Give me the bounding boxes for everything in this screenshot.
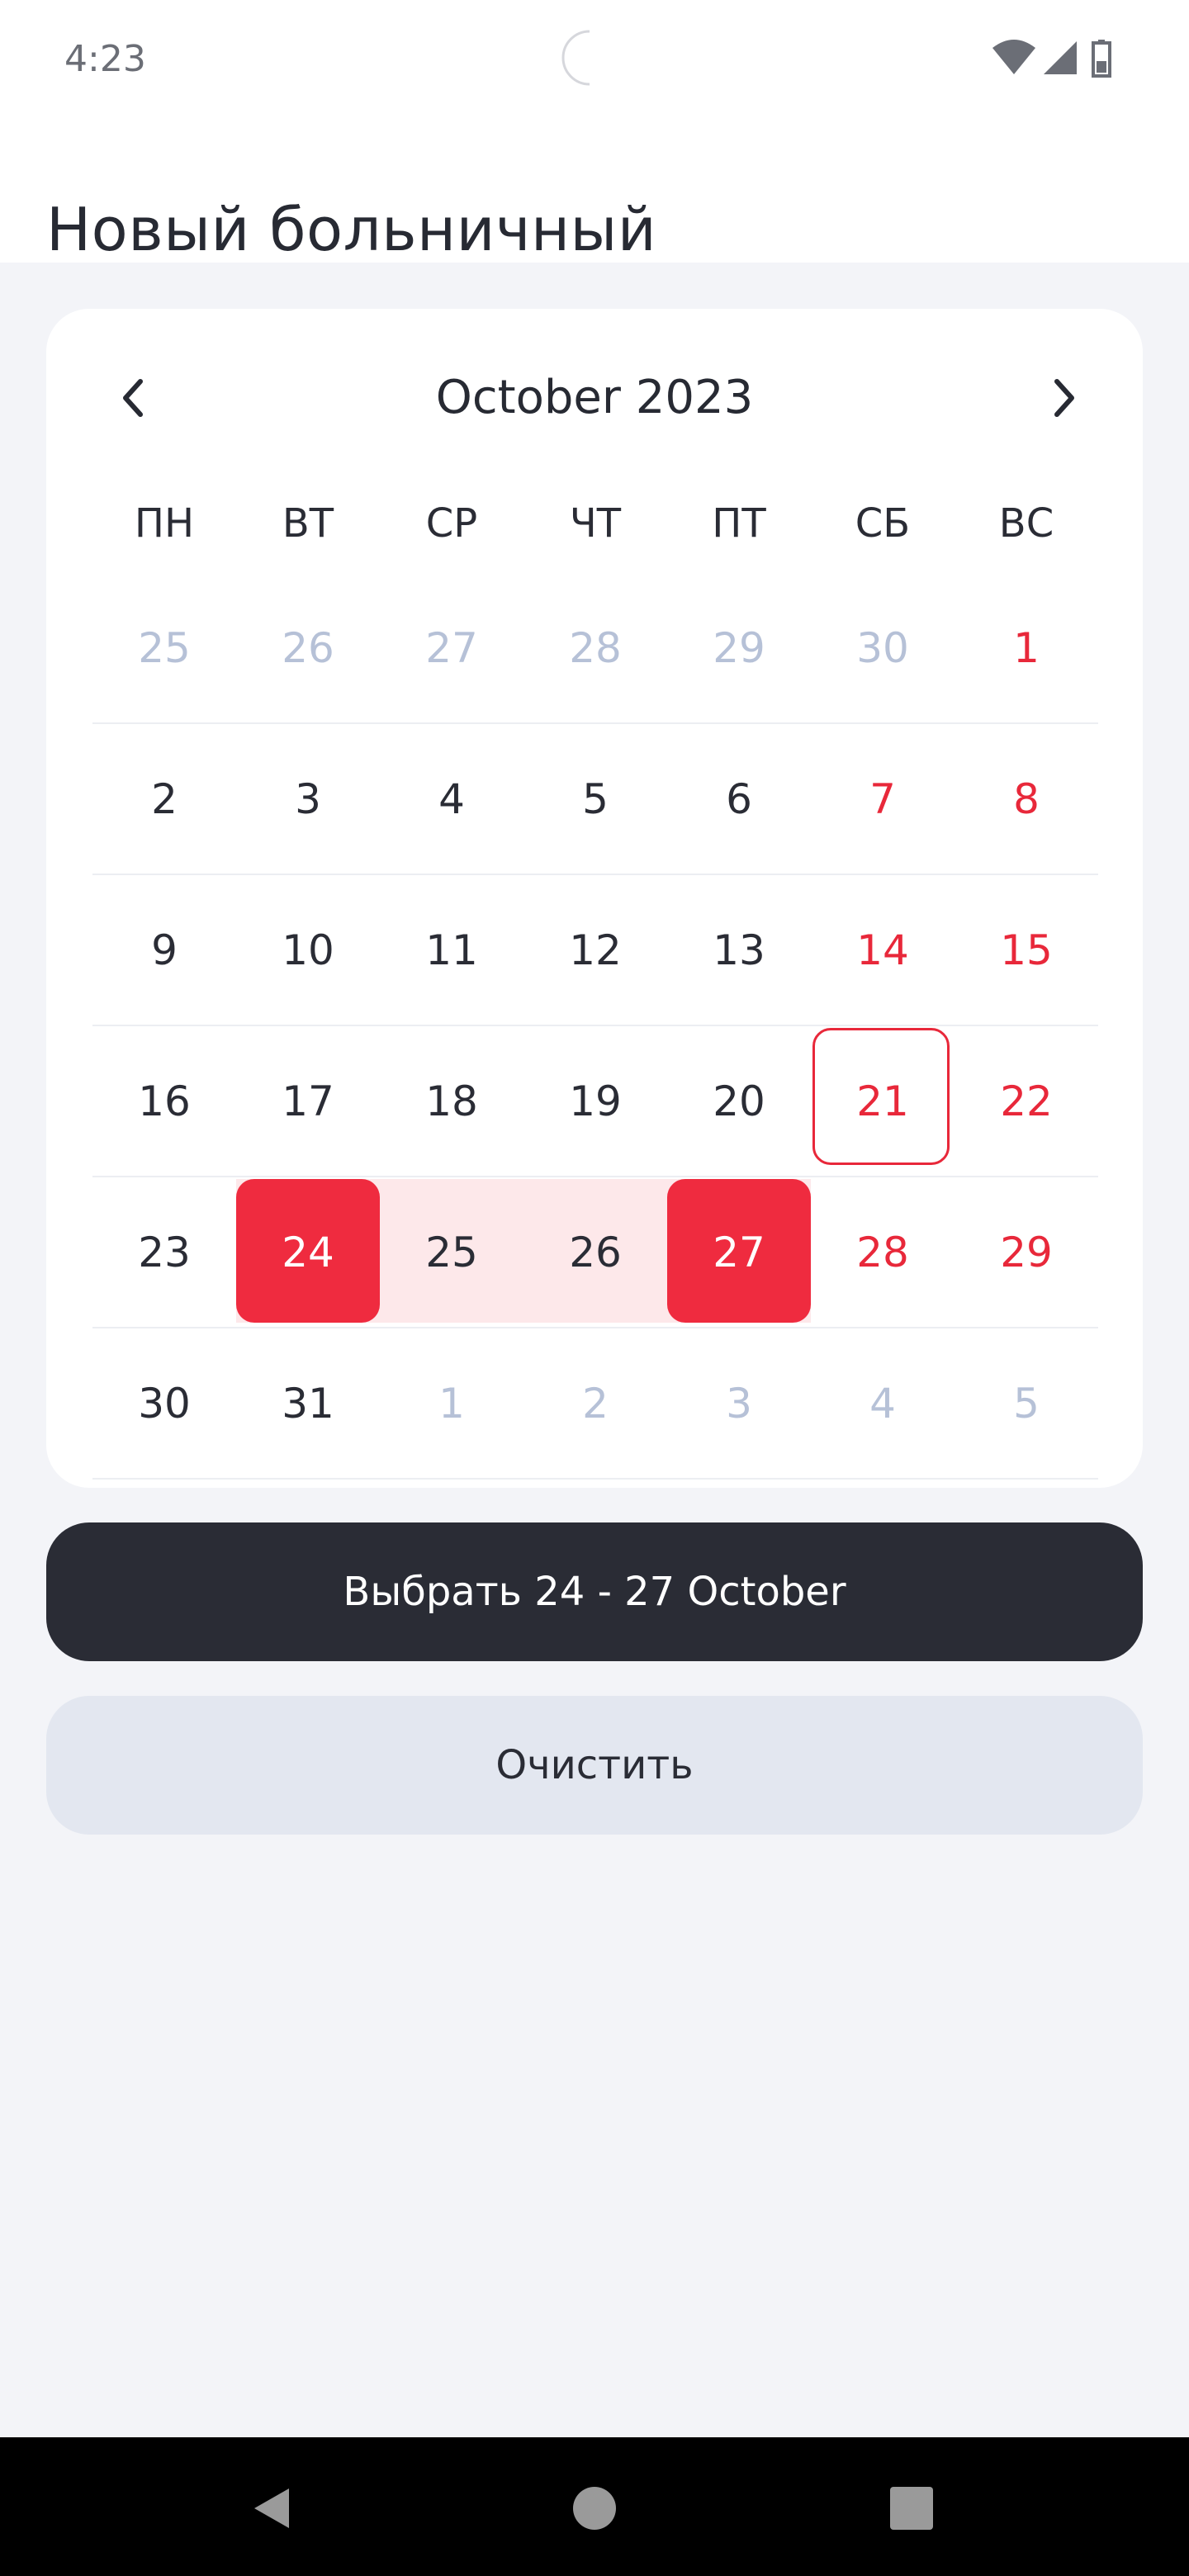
calendar-day-in-range[interactable]: 26 — [523, 1177, 667, 1327]
calendar-day-outside-month[interactable]: 29 — [667, 573, 811, 722]
weekday-label: ПН — [134, 500, 195, 547]
calendar-week-row: 9 10 11 12 13 14 15 — [92, 875, 1098, 1026]
calendar-grid: 25 26 27 28 29 30 1 2 3 4 5 6 7 8 9 10 11 12 13 14 15 16 17 18 1… — [92, 573, 1098, 1480]
calendar-week-row: 2345678 — [92, 724, 1098, 875]
signal-icon — [1044, 41, 1077, 74]
calendar-day[interactable]: 17 — [236, 1026, 380, 1176]
calendar-day-outside-month[interactable]: 25 — [92, 573, 236, 722]
calendar-day-outside-month[interactable]: 4 — [811, 1328, 955, 1478]
weekday-label: ЧТ — [569, 500, 622, 547]
calendar-day[interactable]: 13 — [667, 875, 811, 1025]
wifi-icon — [992, 40, 1035, 74]
calendar-day[interactable]: 12 — [523, 875, 667, 1025]
status-time: 4:23 — [64, 38, 146, 80]
calendar-week-row: 30 31 1 2 3 4 5 — [92, 1328, 1098, 1480]
calendar-week-row: 16 17 18 19 20 21 22 — [92, 1026, 1098, 1177]
calendar-day-selected[interactable]: 24 — [236, 1177, 380, 1327]
clear-button[interactable]: Очистить — [46, 1696, 1143, 1835]
page-title: Новый больничный — [46, 195, 657, 265]
calendar-day[interactable]: 7 — [811, 724, 955, 874]
calendar-day[interactable]: 20 — [667, 1026, 811, 1176]
battery-icon — [1092, 40, 1111, 78]
calendar-day-today[interactable]: 21 — [811, 1026, 955, 1176]
nav-recents-button[interactable] — [879, 2475, 945, 2541]
prev-month-button[interactable] — [94, 358, 173, 438]
month-title: October 2023 — [435, 371, 754, 424]
nav-back-icon — [254, 2488, 289, 2528]
calendar-day[interactable]: 4 — [380, 724, 523, 874]
calendar-day[interactable]: 18 — [380, 1026, 523, 1176]
calendar-day-selected[interactable]: 27 — [667, 1177, 811, 1327]
calendar-day-outside-month[interactable]: 2 — [523, 1328, 667, 1478]
weekday-label: СР — [425, 500, 478, 547]
weekday-label: ПТ — [712, 500, 766, 547]
calendar-day[interactable]: 10 — [236, 875, 380, 1025]
calendar-day[interactable]: 22 — [955, 1026, 1098, 1176]
chevron-left-icon — [123, 379, 143, 417]
select-range-button[interactable]: Выбрать 24 - 27 October — [46, 1522, 1143, 1661]
calendar-day-outside-month[interactable]: 26 — [236, 573, 380, 722]
calendar-day[interactable]: 31 — [236, 1328, 380, 1478]
calendar-day[interactable]: 8 — [955, 724, 1098, 874]
calendar-day[interactable]: 1 — [955, 573, 1098, 722]
calendar-day-outside-month[interactable]: 30 — [811, 573, 955, 722]
status-icons — [991, 36, 1139, 83]
calendar-day[interactable]: 16 — [92, 1026, 236, 1176]
nav-back-button[interactable] — [239, 2475, 306, 2541]
status-bar: 4:23 — [0, 0, 1189, 124]
app-bar: Новый больничный — [0, 124, 1189, 265]
calendar-day[interactable]: 23 — [92, 1177, 236, 1327]
system-nav-bar — [0, 2437, 1189, 2576]
calendar-week-row: 23 24 25 26 27 28 29 — [92, 1177, 1098, 1328]
weekday-label: СБ — [855, 500, 911, 547]
weekday-header: ПН ВТ СР ЧТ ПТ СБ ВС — [92, 474, 1098, 573]
next-month-button[interactable] — [1024, 358, 1103, 438]
calendar-day-outside-month[interactable]: 27 — [380, 573, 523, 722]
calendar-card: October 2023 ПН ВТ СР ЧТ ПТ СБ ВС 25 26 27 28 29 30… — [46, 309, 1143, 1488]
weekday-label: ВТ — [282, 500, 334, 547]
calendar-day[interactable]: 6 — [667, 724, 811, 874]
calendar-week-row: 25 26 27 28 29 30 1 — [92, 573, 1098, 724]
calendar-day[interactable]: 3 — [236, 724, 380, 874]
calendar-day-outside-month[interactable]: 5 — [955, 1328, 1098, 1478]
camera-cutout — [560, 28, 619, 88]
calendar-day-outside-month[interactable]: 28 — [523, 573, 667, 722]
calendar-day[interactable]: 15 — [955, 875, 1098, 1025]
calendar-day[interactable]: 29 — [955, 1177, 1098, 1327]
calendar-day-in-range[interactable]: 25 — [380, 1177, 523, 1327]
calendar-day[interactable]: 14 — [811, 875, 955, 1025]
nav-home-button[interactable] — [561, 2475, 628, 2541]
nav-home-icon — [573, 2487, 616, 2530]
calendar-day[interactable]: 19 — [523, 1026, 667, 1176]
calendar-day[interactable]: 2 — [92, 724, 236, 874]
calendar-day[interactable]: 30 — [92, 1328, 236, 1478]
weekday-label: ВС — [998, 500, 1054, 547]
nav-recents-icon — [890, 2487, 933, 2530]
calendar-day-outside-month[interactable]: 1 — [380, 1328, 523, 1478]
calendar-day[interactable]: 28 — [811, 1177, 955, 1327]
calendar-day[interactable]: 9 — [92, 875, 236, 1025]
calendar-day-outside-month[interactable]: 3 — [667, 1328, 811, 1478]
calendar-day[interactable]: 11 — [380, 875, 523, 1025]
chevron-right-icon — [1054, 379, 1074, 417]
calendar-day[interactable]: 5 — [523, 724, 667, 874]
